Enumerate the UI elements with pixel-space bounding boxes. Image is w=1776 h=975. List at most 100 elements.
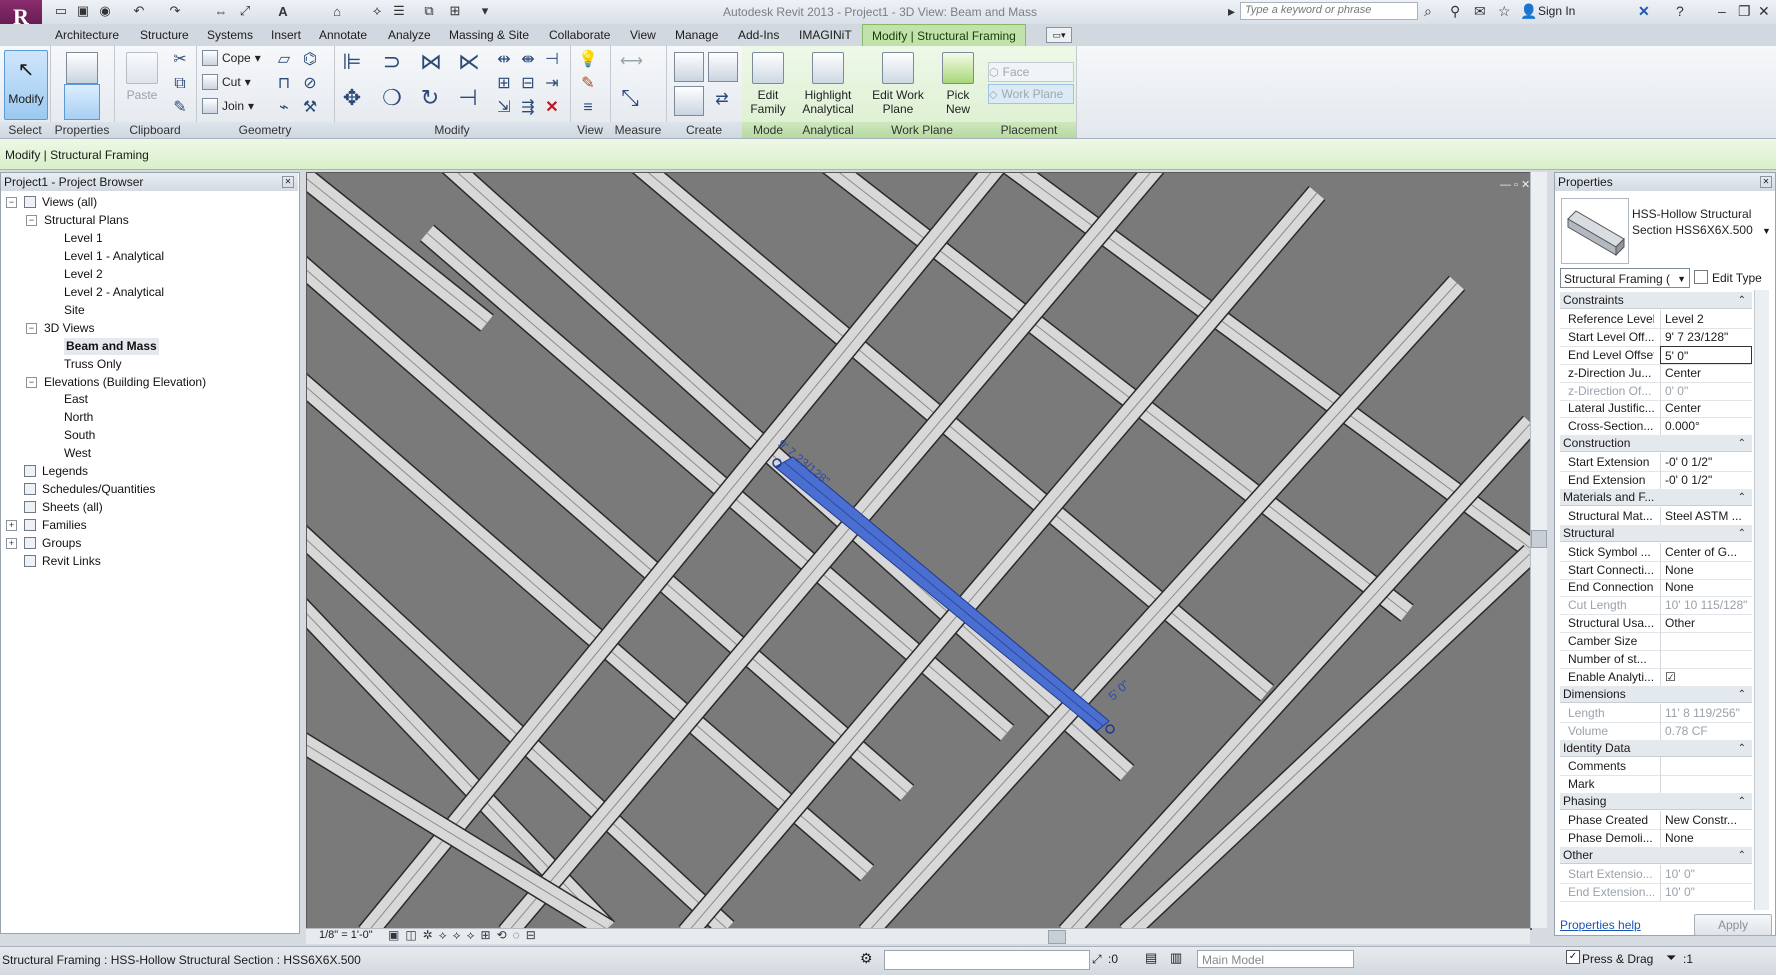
tree-item[interactable]: Beam and Mass: [64, 337, 159, 355]
move-icon[interactable]: ✥: [342, 87, 362, 109]
join-button[interactable]: Join ▾: [202, 98, 254, 114]
tree-item[interactable]: South: [64, 427, 95, 444]
tree-item[interactable]: Level 1 - Analytical: [64, 248, 164, 265]
property-value[interactable]: None: [1660, 578, 1752, 597]
tree-expander[interactable]: +: [6, 520, 17, 532]
text-qa-icon[interactable]: A: [274, 2, 292, 20]
tree-item[interactable]: West: [64, 445, 91, 462]
panel-geometry-title[interactable]: Geometry: [196, 122, 334, 138]
section-qa-icon[interactable]: ⟡: [368, 2, 386, 20]
property-value[interactable]: [1660, 775, 1752, 794]
property-row[interactable]: Volume 0.78 CF: [1560, 721, 1752, 741]
create-similar-icon[interactable]: ⇄: [712, 90, 732, 110]
property-value[interactable]: -0' 0 1/2": [1660, 453, 1752, 472]
property-row[interactable]: Comments: [1560, 757, 1752, 777]
property-row[interactable]: End Level Offset 5' 0": [1560, 345, 1752, 365]
type-selector-dropdown-icon[interactable]: ▼: [1762, 226, 1771, 236]
viewport-window-controls[interactable]: — ▫ ✕: [1500, 178, 1530, 191]
tree-item[interactable]: Truss Only: [64, 356, 122, 373]
restore-icon[interactable]: ❐: [1738, 3, 1751, 20]
minimize-icon[interactable]: –: [1718, 3, 1726, 19]
panel-modify-title[interactable]: Modify: [334, 122, 570, 138]
tree-expander[interactable]: −: [26, 322, 37, 334]
trim-single-icon[interactable]: ⇥: [542, 74, 562, 94]
collapse-chevron-icon[interactable]: ⌃: [1738, 525, 1746, 542]
property-row[interactable]: Mark: [1560, 775, 1752, 795]
property-group-header[interactable]: Phasing ⌃: [1560, 793, 1752, 811]
sync-icon[interactable]: ◉: [96, 2, 114, 20]
view-hscroll-thumb[interactable]: [1048, 930, 1066, 944]
tree-item[interactable]: East: [64, 391, 88, 408]
property-group-header[interactable]: Identity Data ⌃: [1560, 739, 1752, 757]
trim-multiple-icon[interactable]: ⇶: [518, 98, 538, 118]
properties-close-icon[interactable]: ✕: [1760, 176, 1772, 188]
dimension-qa-icon[interactable]: ⤢: [236, 2, 254, 20]
collapse-chevron-icon[interactable]: ⌃: [1738, 292, 1746, 309]
tab-systems[interactable]: Systems: [204, 26, 256, 45]
property-row[interactable]: Enable Analyti... ☑: [1560, 667, 1752, 687]
cut-clipboard-icon[interactable]: ✂: [170, 50, 190, 70]
tree-item[interactable]: Legends: [42, 463, 88, 480]
property-row[interactable]: Camber Size: [1560, 632, 1752, 652]
property-row[interactable]: Phase Created New Constr...: [1560, 811, 1752, 831]
property-row[interactable]: End Extension... 10' 0": [1560, 882, 1752, 902]
override-graphics-icon[interactable]: ✎: [578, 74, 598, 94]
property-value[interactable]: 0.000°: [1660, 417, 1752, 436]
collapse-chevron-icon[interactable]: ⌃: [1738, 793, 1746, 810]
property-row[interactable]: z-Direction Ju... Center: [1560, 363, 1752, 383]
collapse-chevron-icon[interactable]: ⌃: [1738, 489, 1746, 506]
tree-item[interactable]: North: [64, 409, 93, 426]
filter-icon[interactable]: ⏷: [1666, 950, 1676, 966]
workset-combo[interactable]: [884, 950, 1090, 970]
property-value[interactable]: Level 2: [1660, 309, 1752, 328]
scale-icon[interactable]: ⇲: [494, 98, 514, 118]
project-browser-close-icon[interactable]: ✕: [282, 176, 294, 188]
property-value[interactable]: None: [1660, 829, 1752, 847]
rotate-icon[interactable]: ↻: [420, 87, 440, 109]
property-row[interactable]: Start Extensio... 10' 0": [1560, 864, 1752, 884]
property-value[interactable]: None: [1660, 560, 1752, 579]
tab-architecture[interactable]: Architecture: [52, 26, 122, 45]
tree-item[interactable]: Families: [42, 517, 87, 534]
property-value[interactable]: Center: [1660, 399, 1752, 418]
panel-mode-title[interactable]: Mode: [742, 122, 794, 138]
join-roof-icon[interactable]: ⊘: [300, 74, 320, 94]
paint-icon[interactable]: ⌁: [274, 98, 294, 118]
property-group-header[interactable]: Materials and F... ⌃: [1560, 488, 1752, 506]
3d-view-qa-icon[interactable]: ⌂: [328, 2, 346, 20]
work-plane-placement-button[interactable]: ◇ Work Plane: [988, 84, 1074, 104]
property-value[interactable]: 5' 0": [1660, 345, 1752, 364]
measure-between-icon[interactable]: ⟷: [620, 52, 643, 72]
tab-view[interactable]: View: [627, 26, 659, 45]
align-icon[interactable]: ⊫: [342, 51, 362, 73]
property-row[interactable]: Cut Length 10' 10 115/128": [1560, 596, 1752, 616]
tab-massing-site[interactable]: Massing & Site: [446, 26, 532, 45]
property-value[interactable]: [1660, 757, 1752, 776]
copy-clipboard-icon[interactable]: ⧉: [170, 74, 190, 94]
customize-qa-icon[interactable]: ▾: [476, 2, 494, 20]
help-search-input[interactable]: Type a keyword or phrase: [1240, 2, 1418, 20]
exchange-apps-icon[interactable]: ✕: [1638, 3, 1650, 20]
properties-scrollbar[interactable]: [1754, 290, 1769, 910]
tree-item[interactable]: Schedules/Quantities: [42, 481, 155, 498]
measure-qa-icon[interactable]: ⇔: [212, 2, 230, 20]
tree-item[interactable]: Revit Links: [42, 553, 101, 570]
tab-annotate[interactable]: Annotate: [316, 26, 370, 45]
tab-structure[interactable]: Structure: [137, 26, 192, 45]
tree-item[interactable]: Structural Plans: [44, 212, 129, 229]
design-options-icon[interactable]: ▤: [1145, 950, 1157, 966]
tree-item[interactable]: Level 1: [64, 230, 103, 247]
tree-item[interactable]: Sheets (all): [42, 499, 103, 516]
collapse-chevron-icon[interactable]: ⌃: [1738, 435, 1746, 452]
tree-item[interactable]: Elevations (Building Elevation): [44, 374, 206, 391]
3d-view-canvas[interactable]: 9' 7 23/128" 5' 0": [306, 172, 1532, 930]
tab-imaginit[interactable]: IMAGINiT: [796, 26, 855, 45]
create-group-icon[interactable]: [674, 86, 704, 116]
tab-manage[interactable]: Manage: [672, 26, 721, 45]
sign-in-link[interactable]: Sign In: [1538, 4, 1575, 18]
edit-family-button[interactable]: Edit Family: [746, 52, 790, 116]
highlight-analytical-button[interactable]: Highlight Analytical: [798, 52, 858, 116]
property-row[interactable]: Reference Level Level 2: [1560, 309, 1752, 329]
property-value[interactable]: -0' 0 1/2": [1660, 471, 1752, 489]
communication-icon[interactable]: ✉: [1474, 3, 1486, 20]
